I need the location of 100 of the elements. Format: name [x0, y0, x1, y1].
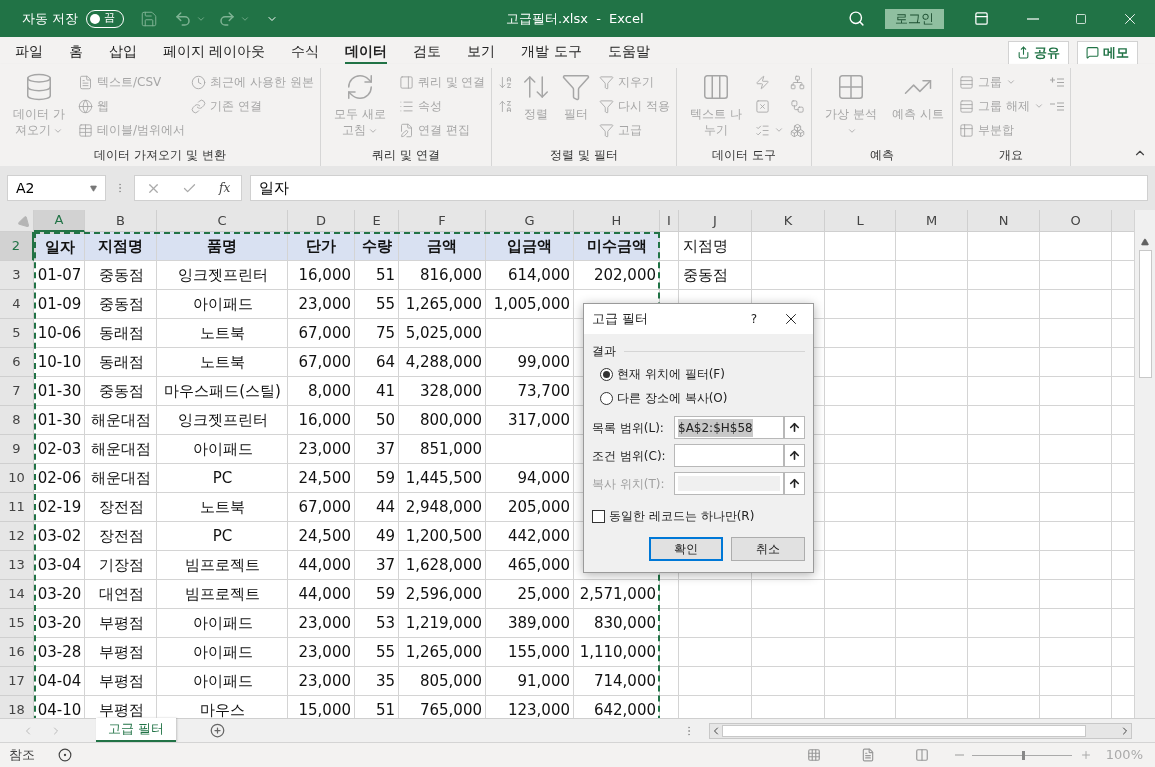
- name-box[interactable]: A2: [7, 175, 106, 201]
- table-cell-text: 노트북: [199, 323, 246, 345]
- row-header[interactable]: 16: [0, 638, 34, 667]
- minimize-icon[interactable]: [1027, 17, 1039, 20]
- collapse-button[interactable]: [784, 444, 805, 467]
- table-cell-text: 23,000: [297, 613, 352, 635]
- table-cell-text: 816,000: [418, 265, 483, 287]
- search-icon[interactable]: [848, 10, 865, 27]
- maximize-icon[interactable]: [1075, 12, 1087, 25]
- function-button[interactable]: fx: [219, 179, 231, 197]
- table-cell-text: 02-19: [36, 497, 83, 519]
- sheet-tab[interactable]: 고급 필터: [96, 718, 176, 742]
- table-cell-text: 830,000: [592, 613, 657, 635]
- table-cell-text: 41: [374, 381, 396, 403]
- ribbon-tab[interactable]: 도움말: [607, 40, 650, 65]
- table-cell-text: 55: [374, 294, 396, 316]
- row-header[interactable]: 15: [0, 609, 34, 638]
- row-header[interactable]: 13: [0, 551, 34, 580]
- ribbon-tab[interactable]: 삽입: [109, 40, 137, 65]
- row-header[interactable]: 9: [0, 435, 34, 464]
- undo-icon[interactable]: [174, 9, 193, 28]
- table-icon: [78, 122, 93, 138]
- ribbon-display-icon[interactable]: [974, 11, 989, 26]
- formula-field[interactable]: 일자: [250, 175, 1148, 201]
- document-icon: [78, 74, 93, 90]
- range-field[interactable]: $A$2:$H$58: [674, 416, 784, 439]
- ribbon-tab[interactable]: 페이지 레이아웃: [163, 40, 266, 65]
- table-cell-text: 155,000: [506, 642, 571, 664]
- comments-button[interactable]: 메모: [1077, 40, 1138, 65]
- share-icon: [1017, 46, 1030, 59]
- share-button[interactable]: 공유: [1008, 40, 1069, 65]
- zoom-in-icon[interactable]: [1079, 749, 1092, 761]
- table-cell-text: 44: [374, 497, 396, 519]
- normal-view-icon[interactable]: [806, 748, 821, 762]
- row-header[interactable]: 12: [0, 522, 34, 551]
- vertical-scrollbar[interactable]: [1134, 210, 1155, 718]
- column-title: 수량: [355, 232, 399, 261]
- save-icon[interactable]: [140, 9, 159, 28]
- table-cell-text: 205,000: [506, 497, 571, 519]
- table-cell-text: 해운대점: [90, 468, 152, 490]
- scroll-thumb[interactable]: [1138, 250, 1152, 378]
- range-field[interactable]: [674, 472, 784, 495]
- table-cell-text: 23,000: [297, 642, 352, 664]
- ribbon-tab[interactable]: 보기: [467, 40, 496, 65]
- ribbon-tab[interactable]: 파일: [15, 40, 43, 65]
- table-cell-text: 아이패드: [191, 439, 254, 461]
- radio-option[interactable]: 현재 위치에 필터(F): [600, 364, 813, 384]
- row-header[interactable]: 2: [0, 232, 34, 261]
- table-cell-text: 03-02: [36, 526, 83, 548]
- column-header[interactable]: A: [34, 210, 85, 232]
- table-cell-text: 빔프로젝트: [184, 555, 261, 577]
- checkbox-option[interactable]: 동일한 레코드는 하나만(R): [584, 507, 813, 525]
- row-header[interactable]: 6: [0, 348, 34, 377]
- table-cell-text: 1,005,000: [492, 294, 571, 316]
- row-header[interactable]: 18: [0, 696, 34, 718]
- ribbon-tab[interactable]: 검토: [413, 40, 442, 65]
- table-cell-text: 16,000: [297, 265, 352, 287]
- collapse-button[interactable]: [784, 416, 805, 439]
- table-cell-text: 중동점: [682, 265, 729, 287]
- range-field[interactable]: [674, 444, 784, 467]
- help-button[interactable]: ?: [739, 310, 769, 328]
- add-sheet-icon[interactable]: [210, 723, 225, 738]
- row-header[interactable]: 5: [0, 319, 34, 348]
- table-cell-text: 해운대점: [90, 439, 152, 461]
- page-layout-icon[interactable]: [860, 748, 875, 762]
- table-cell-text: 아이패드: [191, 613, 254, 635]
- row-header[interactable]: 3: [0, 261, 34, 290]
- row-header[interactable]: 4: [0, 290, 34, 319]
- table-cell-text: 23,000: [297, 671, 352, 693]
- row-header[interactable]: 8: [0, 406, 34, 435]
- row-header[interactable]: 7: [0, 377, 34, 406]
- scroll-up-icon[interactable]: [1141, 238, 1149, 246]
- ribbon-tab[interactable]: 홈: [69, 40, 83, 65]
- collapse-button[interactable]: [784, 472, 805, 495]
- sort-descending-icon: [498, 98, 514, 114]
- redo-icon[interactable]: [218, 9, 237, 28]
- dialog-button[interactable]: 취소: [731, 537, 805, 561]
- page-break-icon[interactable]: [914, 748, 929, 762]
- login-button[interactable]: 로그인: [885, 8, 944, 29]
- ribbon-tab[interactable]: 개발 도구: [521, 40, 582, 65]
- table-cell-text: 10-10: [36, 352, 83, 374]
- field-label: 복사 위치(T):: [592, 475, 666, 493]
- row-header[interactable]: 17: [0, 667, 34, 696]
- field-label: 목록 범위(L):: [592, 419, 665, 437]
- table-cell-text: 44,000: [297, 555, 352, 577]
- ribbon-tab[interactable]: 수식: [291, 40, 320, 65]
- dialog-button[interactable]: 확인: [649, 537, 723, 561]
- group-icon: [959, 74, 974, 90]
- row-header[interactable]: 10: [0, 464, 34, 493]
- horizontal-scrollbar[interactable]: [709, 722, 1132, 739]
- table-cell-text: 1,445,500: [404, 468, 483, 490]
- row-header[interactable]: 11: [0, 493, 34, 522]
- radio-option[interactable]: 다른 장소에 복사(O): [600, 388, 813, 408]
- field-label: 조건 범위(C):: [592, 447, 667, 465]
- table-cell-text: 37: [374, 555, 396, 577]
- macro-record-icon[interactable]: [58, 748, 72, 762]
- zoom-slider[interactable]: [971, 749, 1072, 761]
- table-cell-text: 25,000: [516, 584, 571, 606]
- table-cell-text: 24,500: [297, 468, 352, 490]
- row-header[interactable]: 14: [0, 580, 34, 609]
